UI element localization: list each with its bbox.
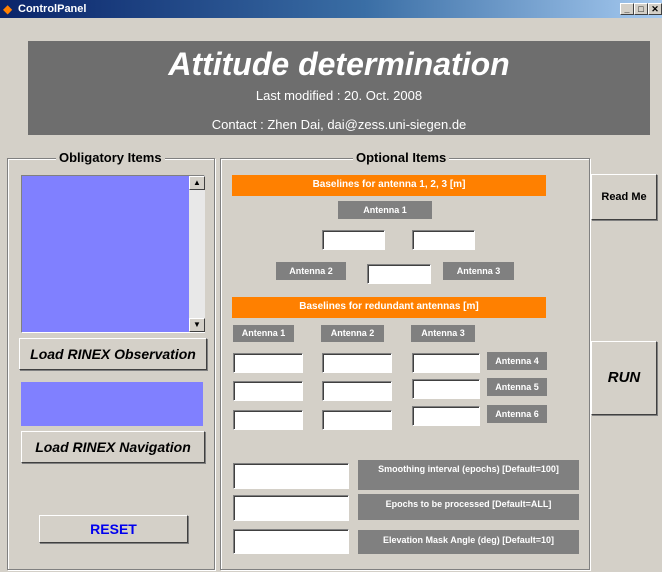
baseline-23-input[interactable] xyxy=(367,264,431,284)
baseline-12-input[interactable] xyxy=(322,230,385,250)
close-button[interactable]: ✕ xyxy=(648,3,662,15)
redundant-a4-ant2-input[interactable] xyxy=(322,353,392,373)
page-title: Attitude determination xyxy=(168,46,510,82)
smoothing-interval-label: Smoothing interval (epochs) [Default=100… xyxy=(358,460,579,490)
scroll-down-icon[interactable]: ▼ xyxy=(189,318,205,332)
column-antenna-1-label: Antenna 1 xyxy=(233,325,294,342)
redundant-a4-ant1-input[interactable] xyxy=(233,353,303,373)
redundant-a6-ant1-input[interactable] xyxy=(233,410,303,430)
observation-listbox[interactable] xyxy=(21,175,205,333)
antenna-3-label: Antenna 3 xyxy=(443,262,514,280)
redundant-a6-ant3-input[interactable] xyxy=(412,406,480,426)
maximize-button[interactable]: □ xyxy=(634,3,648,15)
antenna-4-label: Antenna 4 xyxy=(487,352,547,370)
minimize-button[interactable]: _ xyxy=(620,3,634,15)
navigation-file-display xyxy=(21,382,203,426)
listbox-scrollbar[interactable] xyxy=(189,176,205,332)
scroll-up-icon[interactable]: ▲ xyxy=(189,176,205,190)
window-title: ControlPanel xyxy=(18,3,87,15)
redundant-a6-ant2-input[interactable] xyxy=(322,410,392,430)
baseline-13-input[interactable] xyxy=(412,230,475,250)
last-modified-text: Last modified : 20. Oct. 2008 xyxy=(255,88,423,103)
redundant-a5-ant2-input[interactable] xyxy=(322,381,392,401)
antenna-5-label: Antenna 5 xyxy=(487,378,547,396)
column-antenna-3-label: Antenna 3 xyxy=(411,325,475,342)
header-panel: Attitude determination Last modified : 2… xyxy=(28,41,650,135)
antenna-6-label: Antenna 6 xyxy=(487,405,547,423)
obligatory-items-legend: Obligatory Items xyxy=(56,150,165,166)
title-bar[interactable] xyxy=(0,0,662,18)
read-me-button[interactable]: Read Me xyxy=(591,174,657,220)
load-rinex-observation-button[interactable]: Load RINEX Observation xyxy=(19,338,207,370)
matlab-icon: ◆ xyxy=(3,2,13,16)
load-rinex-navigation-button[interactable]: Load RINEX Navigation xyxy=(21,431,205,463)
column-antenna-2-label: Antenna 2 xyxy=(321,325,384,342)
antenna-1-label: Antenna 1 xyxy=(338,201,432,219)
antenna-2-label: Antenna 2 xyxy=(276,262,346,280)
baselines-redundant-label: Baselines for redundant antennas [m] xyxy=(232,297,546,318)
epochs-processed-input[interactable] xyxy=(233,495,349,521)
epochs-processed-label: Epochs to be processed [Default=ALL] xyxy=(358,494,579,520)
reset-button[interactable]: RESET xyxy=(39,515,188,543)
contact-text: Contact : Zhen Dai, dai@zess.uni-siegen.… xyxy=(211,117,467,132)
smoothing-interval-input[interactable] xyxy=(233,463,349,489)
redundant-a5-ant3-input[interactable] xyxy=(412,379,480,399)
baselines-antenna-123-label: Baselines for antenna 1, 2, 3 [m] xyxy=(232,175,546,196)
elevation-mask-input[interactable] xyxy=(233,529,349,554)
optional-items-legend: Optional Items xyxy=(353,150,450,166)
elevation-mask-label: Elevation Mask Angle (deg) [Default=10] xyxy=(358,530,579,554)
redundant-a5-ant1-input[interactable] xyxy=(233,381,303,401)
run-button[interactable]: RUN xyxy=(591,341,657,415)
redundant-a4-ant3-input[interactable] xyxy=(412,353,480,373)
